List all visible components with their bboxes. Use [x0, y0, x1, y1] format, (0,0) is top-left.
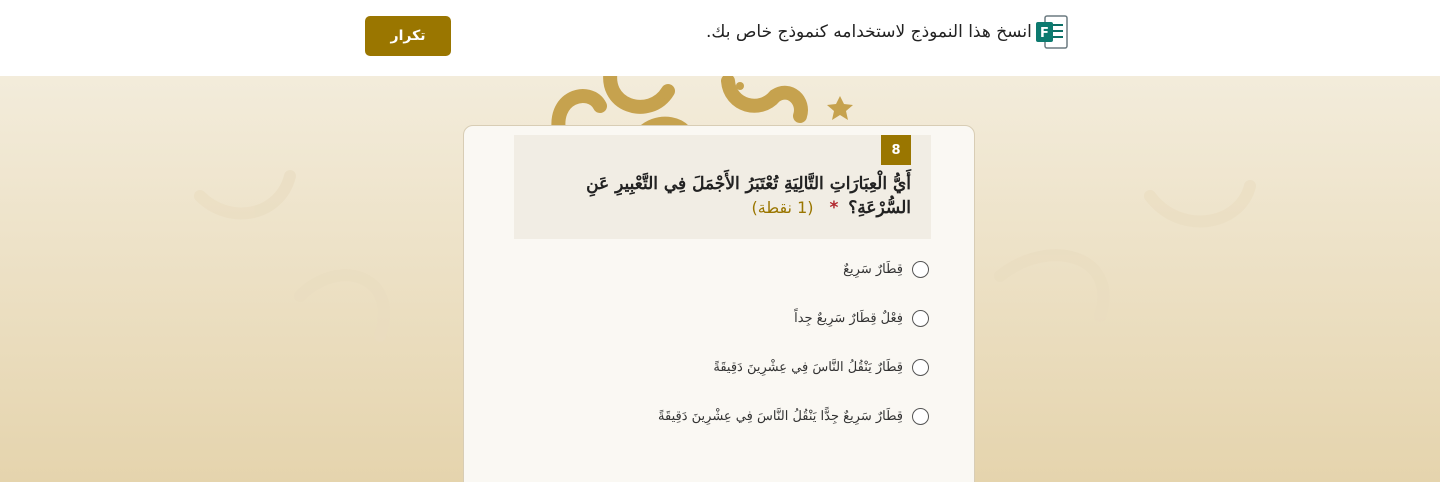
option-label: قِطَارٌ سَرِيعٌ	[843, 261, 903, 277]
option-label: فِعْلٌ قِطَارٌ سَرِيعٌ جِداً	[794, 310, 903, 326]
radio-button[interactable]	[912, 309, 929, 327]
option-3[interactable]: قِطَارٌ يَنْقُلُ النَّاسَ فِي عِشْرِينَ …	[713, 355, 929, 379]
microsoft-forms-icon: F	[1034, 13, 1070, 51]
question-text: أَيُّ الْعِبَارَاتِ التَّالِيَةِ تُعْتَب…	[586, 174, 911, 218]
question-header: 8 أَيُّ الْعِبَارَاتِ التَّالِيَةِ تُعْت…	[514, 135, 931, 239]
radio-button[interactable]	[912, 260, 929, 278]
radio-button[interactable]	[912, 407, 929, 425]
option-1[interactable]: قِطَارٌ سَرِيعٌ	[843, 257, 929, 281]
option-2[interactable]: فِعْلٌ قِطَارٌ سَرِيعٌ جِداً	[794, 306, 929, 330]
required-asterisk: *	[829, 198, 839, 218]
question-card: 8 أَيُّ الْعِبَارَاتِ التَّالِيَةِ تُعْت…	[463, 125, 975, 482]
question-number: 8	[881, 135, 911, 165]
question-points: (1 نقطة)	[751, 198, 814, 217]
copy-form-link[interactable]: F انسخ هذا النموذج لاستخدامه كنموذج خاص …	[706, 12, 1070, 52]
repeat-button[interactable]: تكرار	[365, 16, 451, 56]
option-label: قِطَارٌ يَنْقُلُ النَّاسَ فِي عِشْرِينَ …	[713, 359, 903, 375]
question-title: أَيُّ الْعِبَارَاتِ التَّالِيَةِ تُعْتَب…	[541, 173, 911, 220]
top-bar: F انسخ هذا النموذج لاستخدامه كنموذج خاص …	[0, 0, 1440, 76]
option-4[interactable]: قِطَارٌ سَرِيعٌ جِدًّا يَنْقُلُ النَّاسَ…	[658, 404, 929, 428]
copy-form-text: انسخ هذا النموذج لاستخدامه كنموذج خاص بك…	[706, 22, 1032, 42]
option-label: قِطَارٌ سَرِيعٌ جِدًّا يَنْقُلُ النَّاسَ…	[658, 408, 903, 424]
radio-button[interactable]	[912, 358, 929, 376]
svg-text:F: F	[1040, 26, 1049, 41]
